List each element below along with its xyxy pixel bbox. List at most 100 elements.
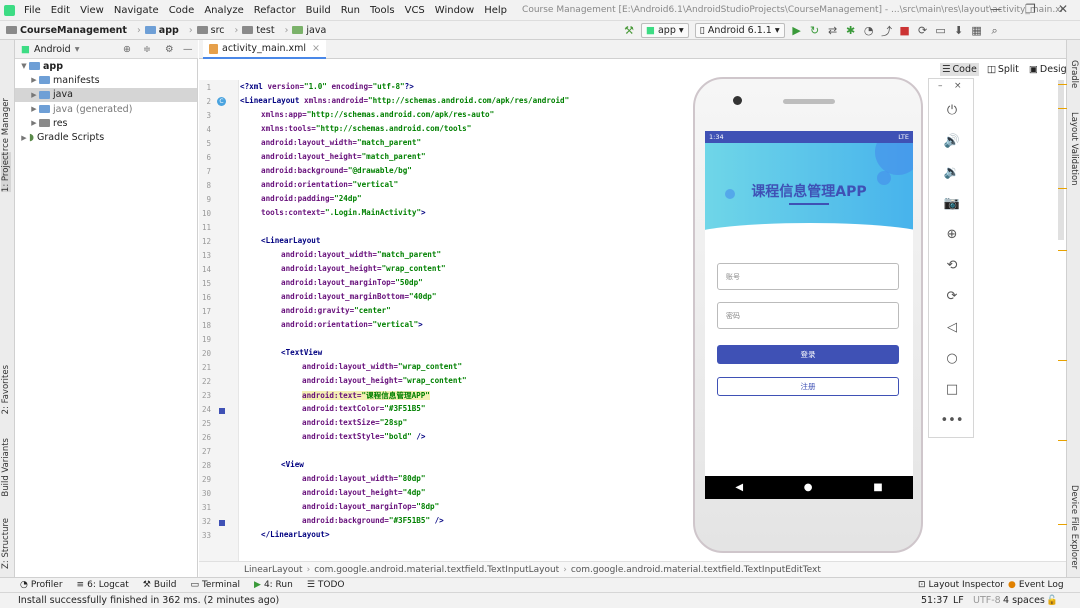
search-icon[interactable]: ⌕: [986, 22, 1004, 39]
back-icon[interactable]: ◀: [735, 482, 743, 493]
breadcrumb-src[interactable]: src: [196, 25, 225, 36]
menu-window[interactable]: Window: [430, 5, 479, 16]
minimize-icon[interactable]: – ×: [929, 81, 975, 91]
chevron-right-icon[interactable]: ▶: [29, 91, 39, 99]
login-button[interactable]: 登录: [717, 345, 899, 364]
file-encoding[interactable]: UTF-8: [973, 595, 1001, 606]
home-icon[interactable]: ●: [804, 482, 813, 493]
line-separator[interactable]: LF: [953, 595, 964, 606]
password-field[interactable]: 密码: [717, 302, 899, 329]
rotate-right-icon[interactable]: ⟳: [929, 289, 975, 304]
back-icon[interactable]: ◁: [929, 320, 975, 335]
path-item[interactable]: com.google.android.material.textfield.Te…: [314, 565, 559, 575]
menu-tools[interactable]: Tools: [365, 5, 400, 16]
structure-tab[interactable]: Z: Structure: [1, 518, 11, 569]
volume-up-icon[interactable]: 🔊: [929, 134, 975, 149]
mode-code[interactable]: ☰ Code: [940, 63, 979, 76]
hide-icon[interactable]: —: [183, 44, 193, 55]
menu-view[interactable]: View: [75, 5, 109, 16]
target-icon[interactable]: ⊕: [123, 44, 131, 55]
project-structure-icon[interactable]: ▦: [968, 22, 986, 39]
chevron-down-icon[interactable]: ▼: [19, 62, 29, 70]
apply-changes-icon[interactable]: ↻: [806, 22, 824, 39]
menu-build[interactable]: Build: [301, 5, 336, 16]
home-icon[interactable]: ○: [929, 351, 975, 366]
register-button[interactable]: 注册: [717, 377, 899, 396]
gear-icon[interactable]: ⚙: [165, 44, 174, 55]
tree-item-java-generated[interactable]: ▶ java (generated): [15, 102, 197, 116]
phone-screen[interactable]: 1:34 LTE 课程信息管理APP 账号 密码 登录 注册 ◀ ● ■: [705, 131, 913, 499]
sync-icon[interactable]: ⟳: [914, 22, 932, 39]
project-tab[interactable]: 1: Project: [1, 152, 11, 193]
profiler-tab[interactable]: ◔ Profiler: [20, 580, 63, 590]
attach-debugger-icon[interactable]: ⤴: [878, 22, 896, 39]
gradle-tab[interactable]: Gradle: [1069, 60, 1079, 88]
mode-split[interactable]: ◫ Split: [985, 63, 1021, 76]
hammer-icon[interactable]: ⚒: [620, 22, 638, 39]
build-tab[interactable]: ⚒ Build: [143, 580, 177, 590]
tree-item-gradle-scripts[interactable]: ▶ ◗ Gradle Scripts: [15, 130, 197, 144]
run-tab[interactable]: ▶ 4: Run: [254, 580, 293, 590]
menu-refactor[interactable]: Refactor: [249, 5, 301, 16]
debug-icon[interactable]: ✱: [842, 22, 860, 39]
todo-tab[interactable]: ☰ TODO: [307, 580, 345, 590]
recents-icon[interactable]: ■: [873, 482, 882, 493]
project-view-select[interactable]: Android: [34, 44, 71, 55]
favorites-tab[interactable]: 2: Favorites: [1, 365, 11, 414]
build-variants-tab[interactable]: Build Variants: [1, 438, 11, 497]
overview-icon[interactable]: □: [929, 382, 975, 397]
breadcrumb-test[interactable]: test: [242, 25, 275, 36]
menu-edit[interactable]: Edit: [46, 5, 75, 16]
chevron-down-icon[interactable]: ▾: [75, 44, 80, 55]
menu-navigate[interactable]: Navigate: [109, 5, 164, 16]
account-field[interactable]: 账号: [717, 263, 899, 290]
restore-icon[interactable]: ❐: [1025, 2, 1036, 16]
power-icon[interactable]: ⏻: [929, 103, 975, 118]
camera-icon[interactable]: 📷: [929, 196, 975, 211]
avd-manager-icon[interactable]: ▭: [932, 22, 950, 39]
tree-item-manifests[interactable]: ▶ manifests: [15, 73, 197, 87]
rotate-left-icon[interactable]: ⟲: [929, 258, 975, 273]
zoom-icon[interactable]: ⊕: [929, 227, 975, 242]
caret-position[interactable]: 51:37: [921, 595, 948, 606]
event-log-tab[interactable]: ● Event Log: [1008, 580, 1064, 590]
menu-analyze[interactable]: Analyze: [199, 5, 248, 16]
tree-item-app[interactable]: ▼ app: [15, 59, 197, 73]
lock-icon[interactable]: 🔓: [1046, 595, 1058, 606]
status-message[interactable]: Install successfully finished in 362 ms.…: [18, 595, 279, 606]
breadcrumb-app[interactable]: app: [144, 25, 179, 36]
chevron-right-icon[interactable]: ▶: [29, 76, 39, 84]
tab-activity-main[interactable]: activity_main.xml ×: [203, 40, 327, 59]
menu-help[interactable]: Help: [479, 5, 512, 16]
chevron-right-icon[interactable]: ▶: [19, 134, 29, 142]
device-file-explorer-tab[interactable]: Device File Explorer: [1069, 485, 1079, 569]
menu-run[interactable]: Run: [336, 5, 365, 16]
path-item[interactable]: com.google.android.material.textfield.Te…: [571, 565, 821, 575]
profile-icon[interactable]: ◔: [860, 22, 878, 39]
indent-setting[interactable]: 4 spaces: [1003, 595, 1045, 606]
device-select[interactable]: ▯ Android 6.1.1 ▾: [694, 23, 785, 38]
close-icon[interactable]: ✕: [1058, 2, 1068, 16]
more-icon[interactable]: •••: [929, 413, 975, 428]
collapse-icon[interactable]: ≑: [143, 44, 151, 55]
close-tab-icon[interactable]: ×: [312, 43, 320, 54]
logcat-tab[interactable]: ≡ 6: Logcat: [77, 580, 129, 590]
menu-file[interactable]: File: [19, 5, 46, 16]
breadcrumb-project[interactable]: CourseManagement: [6, 25, 127, 36]
apply-code-changes-icon[interactable]: ⇄: [824, 22, 842, 39]
chevron-right-icon[interactable]: ▶: [29, 105, 39, 113]
tree-item-java[interactable]: ▶ java: [15, 87, 197, 102]
run-config-select[interactable]: ■ app ▾: [641, 23, 689, 38]
tree-item-res[interactable]: ▶ res: [15, 116, 197, 130]
run-icon[interactable]: ▶: [788, 22, 806, 39]
layout-validation-tab[interactable]: Layout Validation: [1069, 112, 1079, 186]
stop-icon[interactable]: ■: [896, 22, 914, 39]
layout-inspector-tab[interactable]: ⊡ Layout Inspector: [918, 580, 1004, 590]
minimize-icon[interactable]: —: [990, 2, 1002, 16]
code-editor[interactable]: <?xml version="1.0" encoding="utf-8"?> <…: [240, 80, 690, 561]
volume-down-icon[interactable]: 🔉: [929, 165, 975, 180]
chevron-right-icon[interactable]: ▶: [29, 119, 39, 127]
sdk-manager-icon[interactable]: ⬇: [950, 22, 968, 39]
menu-code[interactable]: Code: [164, 5, 200, 16]
path-item[interactable]: LinearLayout: [244, 565, 303, 575]
